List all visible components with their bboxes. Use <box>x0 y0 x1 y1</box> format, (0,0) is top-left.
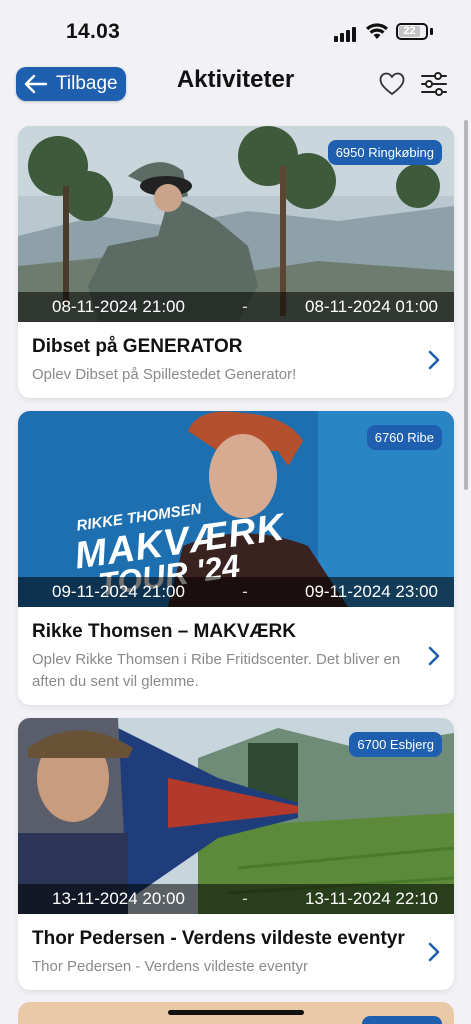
start-datetime: 13-11-2024 20:00 <box>52 889 185 908</box>
date-separator: - <box>242 297 248 316</box>
location-badge: 6950 Ringkøbing <box>327 140 442 165</box>
heart-icon[interactable] <box>379 72 405 96</box>
event-description: Oplev Dibset på Spillestedet Generator! <box>32 366 297 383</box>
event-info: Rikke Thomsen – MAKVÆRK Oplev Rikke Thom… <box>18 607 454 705</box>
event-description: Thor Pedersen - Verdens vildeste eventyr <box>32 958 308 975</box>
battery-level: 22 <box>399 26 420 37</box>
event-info: Thor Pedersen - Verdens vildeste eventyr… <box>18 914 454 990</box>
battery-icon: 22 <box>396 23 428 40</box>
end-datetime: 09-11-2024 23:00 <box>305 582 438 601</box>
date-separator: - <box>242 582 248 601</box>
event-card[interactable]: 6700 Esbjerg 13-11-2024 20:00 - 13-11-20… <box>18 718 454 990</box>
event-title: Dibset på GENERATOR <box>32 336 243 357</box>
chevron-right-icon[interactable] <box>428 350 440 370</box>
event-image: RIKKE THOMSEN MAKVÆRK TOUR '24 6760 Ribe… <box>18 411 454 607</box>
date-range: 09-11-2024 21:00 - 09-11-2024 23:00 <box>18 577 454 607</box>
date-range: 08-11-2024 21:00 - 08-11-2024 01:00 <box>18 292 454 322</box>
event-image: 6700 Esbjerg 13-11-2024 20:00 - 13-11-20… <box>18 718 454 914</box>
end-datetime: 08-11-2024 01:00 <box>305 297 438 316</box>
scroll-indicator[interactable] <box>464 120 468 490</box>
event-title: Thor Pedersen - Verdens vildeste eventyr <box>32 928 405 949</box>
event-description: Oplev Rikke Thomsen i Ribe Fritidscenter… <box>32 651 401 690</box>
location-badge: 6700 Esbjerg <box>349 732 442 757</box>
start-datetime: 08-11-2024 21:00 <box>52 297 185 316</box>
end-datetime: 13-11-2024 22:10 <box>305 889 438 908</box>
event-title: Rikke Thomsen – MAKVÆRK <box>32 621 296 642</box>
event-card[interactable]: 6950 Ringkøbing 08-11-2024 21:00 - 08-11… <box>18 126 454 398</box>
cellular-signal-icon <box>334 26 358 42</box>
chevron-right-icon[interactable] <box>428 942 440 962</box>
status-bar: 14.03 22 <box>0 0 471 60</box>
event-info: Dibset på GENERATOR Oplev Dibset på Spil… <box>18 322 454 398</box>
date-range: 13-11-2024 20:00 - 13-11-2024 22:10 <box>18 884 454 914</box>
event-image: 6950 Ringkøbing 08-11-2024 21:00 - 08-11… <box>18 126 454 322</box>
location-badge <box>362 1016 442 1024</box>
event-card[interactable]: RIKKE THOMSEN MAKVÆRK TOUR '24 6760 Ribe… <box>18 411 454 705</box>
home-indicator <box>168 1010 304 1015</box>
sliders-icon[interactable] <box>420 72 448 96</box>
wifi-icon <box>366 23 388 39</box>
status-time: 14.03 <box>66 20 121 43</box>
location-badge: 6760 Ribe <box>366 425 442 450</box>
battery-cap <box>430 28 433 35</box>
start-datetime: 09-11-2024 21:00 <box>52 582 185 601</box>
chevron-right-icon[interactable] <box>428 646 440 666</box>
date-separator: - <box>242 889 248 908</box>
